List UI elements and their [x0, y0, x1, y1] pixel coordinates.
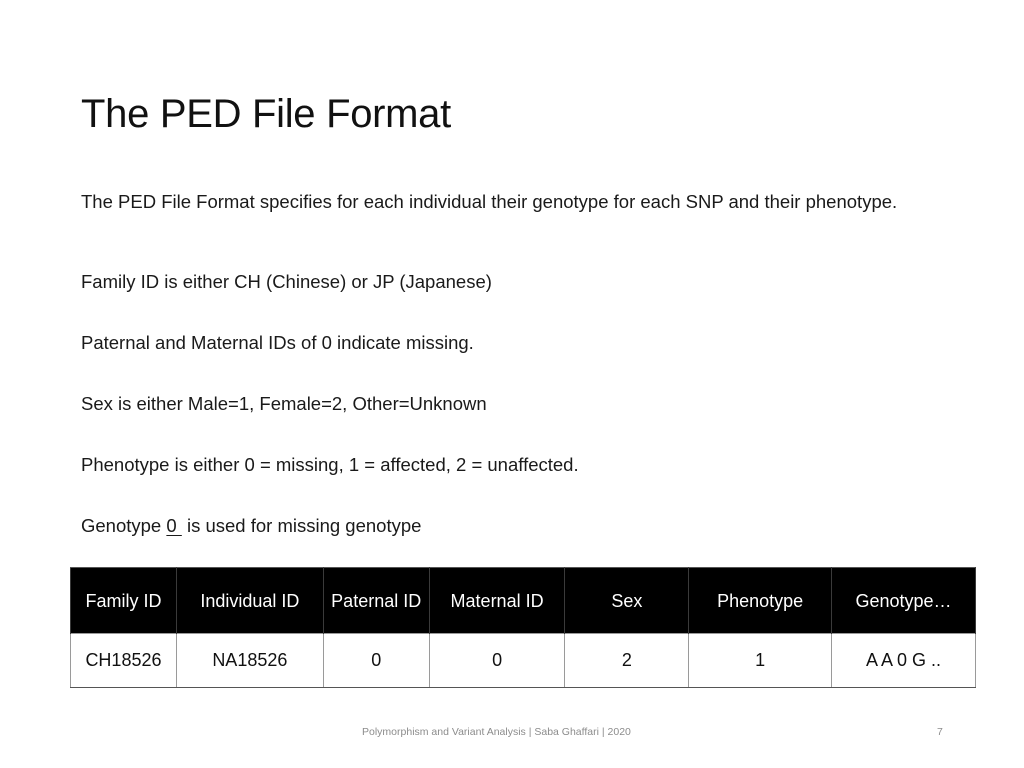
slide-title: The PED File Format	[81, 92, 451, 136]
page-number: 7	[937, 726, 943, 738]
table-row: CH18526 NA18526 0 0 2 1 A A 0 G ..	[70, 633, 976, 688]
cell-genotype: A A 0 G ..	[831, 633, 976, 688]
header-family-id: Family ID	[70, 567, 177, 634]
sex-paragraph: Sex is either Male=1, Female=2, Other=Un…	[81, 393, 487, 414]
header-genotype: Genotype…	[831, 567, 976, 634]
genotype-suffix: is used for missing genotype	[181, 515, 422, 536]
header-individual-id: Individual ID	[175, 567, 324, 634]
cell-sex: 2	[564, 633, 690, 688]
ped-example-table: Family ID Individual ID Paternal ID Mate…	[70, 567, 976, 688]
genotype-prefix: Genotype	[81, 515, 167, 536]
intro-paragraph: The PED File Format specifies for each i…	[81, 191, 898, 212]
header-paternal-id: Paternal ID	[322, 567, 430, 634]
header-maternal-id: Maternal ID	[428, 567, 566, 634]
missing-genotype-value: 0	[166, 515, 182, 536]
header-phenotype: Phenotype	[688, 567, 833, 634]
cell-individual-id: NA18526	[175, 633, 324, 688]
parental-ids-paragraph: Paternal and Maternal IDs of 0 indicate …	[81, 332, 474, 353]
table-header-row: Family ID Individual ID Paternal ID Mate…	[70, 567, 976, 634]
cell-family-id: CH18526	[70, 633, 177, 688]
family-id-paragraph: Family ID is either CH (Chinese) or JP (…	[81, 271, 492, 292]
slide-footer: Polymorphism and Variant Analysis | Saba…	[362, 726, 631, 738]
cell-paternal-id: 0	[322, 633, 430, 688]
header-sex: Sex	[564, 567, 690, 634]
cell-phenotype: 1	[688, 633, 833, 688]
cell-maternal-id: 0	[428, 633, 566, 688]
genotype-paragraph: Genotype 0 is used for missing genotype	[81, 516, 901, 535]
phenotype-paragraph: Phenotype is either 0 = missing, 1 = aff…	[81, 454, 579, 475]
